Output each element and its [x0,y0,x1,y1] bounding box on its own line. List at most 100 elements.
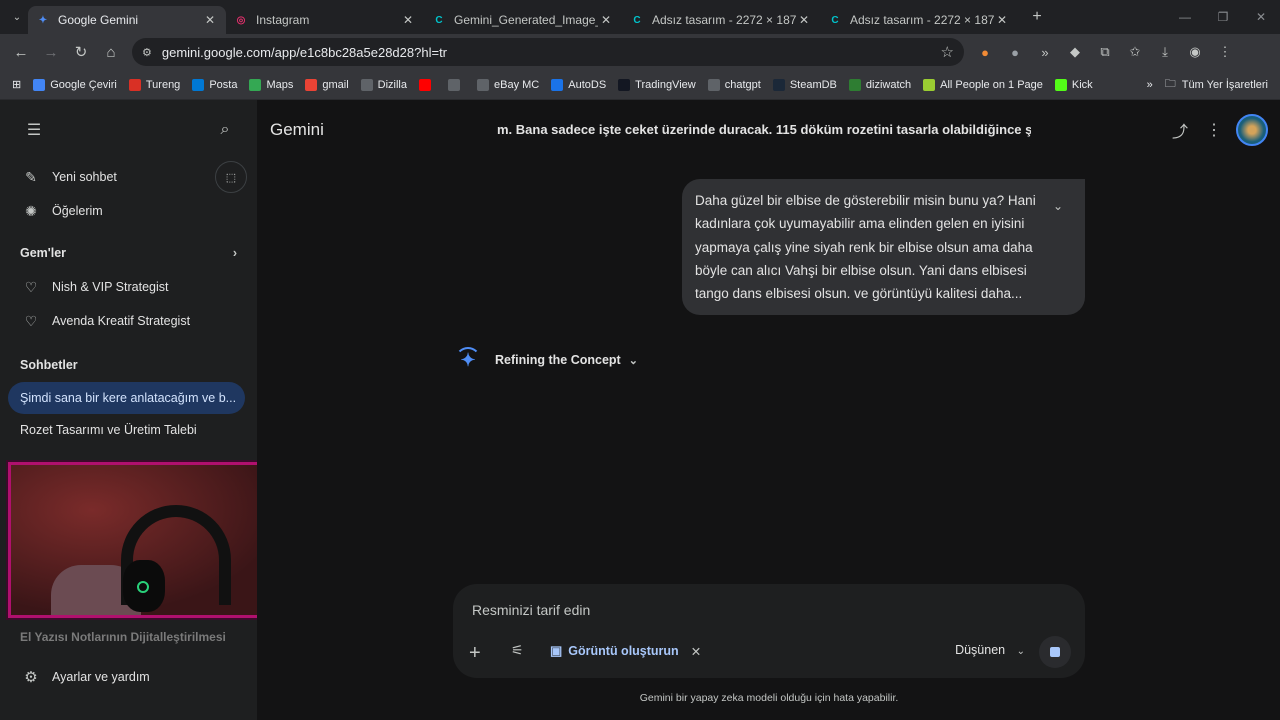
settings-gear-icon: ⚙ [24,669,38,686]
bookmark-star-icon[interactable]: ☆ [941,43,954,61]
browser-toolbar: ← → ↻ ⌂ ⚙ gemini.google.com/app/e1c8bc28… [0,34,1280,70]
more-options-icon[interactable]: ⋮ [1202,118,1226,142]
bookmark-item[interactable]: Dizilla [355,73,413,97]
bookmark-item[interactable]: Maps [243,73,299,97]
apps-grid-icon[interactable]: ⊞ [6,73,27,97]
extensions-puzzle-icon[interactable]: ⧉ [1090,37,1120,67]
bookmark-favicon-icon [618,78,631,91]
maximize-icon[interactable]: ❐ [1204,0,1242,34]
profile-icon[interactable]: ◉ [1180,37,1210,67]
url-text[interactable]: gemini.google.com/app/e1c8bc28a5e28d28?h… [162,45,941,60]
extension-icon[interactable]: ● [970,37,1000,67]
chevron-down-icon[interactable]: ⌄ [629,354,638,367]
tab-title: Instagram [256,13,310,27]
stop-button[interactable] [1039,636,1071,668]
canva-icon: C [633,14,641,26]
gem-icon: ♡ [24,278,38,295]
bookmark-favicon-icon [707,78,720,91]
bookmark-item[interactable]: TradingView [612,73,702,97]
thinking-status[interactable]: ✦ Refining the Concept ⌄ [455,347,638,371]
reload-icon[interactable]: ↻ [66,37,96,67]
avatar[interactable] [1236,114,1268,146]
bookmark-favicon-icon [192,78,205,91]
close-icon[interactable]: ✕ [691,644,701,659]
model-mode-selector[interactable]: Düşünen ⌄ [955,643,1025,657]
close-icon[interactable]: ✕ [598,13,614,27]
tab-search-chevron-icon[interactable]: ⌄ [6,6,28,28]
download-icon[interactable]: ⤓ [1150,37,1180,67]
bookmark-favicon-icon [419,78,431,91]
bookmark-item[interactable]: eBay MC [471,73,545,97]
close-window-icon[interactable]: ✕ [1242,0,1280,34]
browser-tab[interactable]: C Adsız tasarım - 2272 × 1874 px✕ [820,6,1018,34]
forward-icon[interactable]: → [36,37,66,67]
close-icon[interactable]: ✕ [400,13,416,27]
extension-icon[interactable]: ◆ [1060,37,1090,67]
image-generation-chip[interactable]: ▣ Görüntü oluşturun ✕ [550,643,701,659]
bookmark-favicon-icon [305,78,318,91]
settings-help-button[interactable]: ⚙ Ayarlar ve yardım [0,660,257,694]
app-title[interactable]: Gemini [270,120,324,140]
expand-chevron-icon[interactable]: ⌄ [1053,195,1063,218]
tools-icon[interactable]: ⚟ [511,642,524,659]
back-icon[interactable]: ← [6,37,36,67]
gems-heading: Gem'ler [20,246,67,260]
browser-tab[interactable]: ✦ Google Gemini ✕ [28,6,226,34]
chat-item-selected[interactable]: Şimdi sana bir kere anlatacağım ve b... [8,382,245,414]
bookmark-item[interactable]: AutoDS [545,73,612,97]
bookmark-item[interactable]: diziwatch [843,73,917,97]
bookmark-item[interactable]: Tureng [123,73,186,97]
gemini-app: ☰ ⌕ ✎ Yeni sohbet ⬚ ✺ Öğelerim Gem'ler ›… [0,100,1280,720]
bookmark-item[interactable]: SteamDB [767,73,843,97]
bookmark-label: TradingView [635,78,696,91]
close-icon[interactable]: ✕ [994,13,1010,27]
chevron-right-icon[interactable]: › [233,246,237,260]
temporary-chat-button[interactable]: ⬚ [215,161,247,193]
bookmark-item[interactable]: chatgpt [702,73,767,97]
gemini-spark-icon: ✦ [455,347,481,371]
search-icon[interactable]: ⌕ [213,118,237,142]
bookmark-item[interactable]: Kick [1049,73,1099,97]
browser-tab[interactable]: ◎ Instagram ✕ [226,6,424,34]
home-icon[interactable]: ⌂ [96,37,126,67]
new-chat-button[interactable]: ✎ Yeni sohbet [0,160,139,194]
bookmark-item[interactable]: gmail [299,73,354,97]
instagram-icon: ◎ [236,14,246,26]
extension-icon[interactable]: ● [1000,37,1030,67]
browser-tab[interactable]: C Adsız tasarım - 2272 × 1874 px✕ [622,6,820,34]
gem-item[interactable]: ♡ Nish & VIP Strategist [0,270,257,304]
bookmark-item[interactable]: Posta [186,73,243,97]
chat-item[interactable]: Rozet Tasarımı ve Üretim Talebi [8,414,245,446]
browser-tab[interactable]: C Gemini_Generated_Image_gkkj✕ [424,6,622,34]
prompt-input[interactable]: Resminizi tarif edin [472,602,590,618]
bookmark-item[interactable] [413,73,442,97]
extension-icon[interactable]: » [1030,37,1060,67]
new-tab-button[interactable]: + [1024,8,1050,26]
close-icon[interactable]: ✕ [796,13,812,27]
bookmark-label: SteamDB [789,78,837,91]
bookmark-item[interactable] [442,73,471,97]
menu-icon[interactable]: ☰ [22,118,46,142]
bookmarks-overflow-icon[interactable]: » [1141,73,1159,97]
gems-section-header[interactable]: Gem'ler › [0,236,257,270]
bookmark-label: Kick [1071,78,1093,91]
address-bar[interactable]: ⚙ gemini.google.com/app/e1c8bc28a5e28d28… [132,38,964,66]
minimize-icon[interactable]: — [1166,0,1204,34]
site-info-icon[interactable]: ⚙ [142,46,152,59]
prompt-composer[interactable]: Resminizi tarif edin + ⚟ ▣ Görüntü oluşt… [453,584,1085,678]
chat-item-faded[interactable]: El Yazısı Notlarının Dijitalleştirilmesi [20,630,226,644]
gemini-icon: ✦ [38,14,48,26]
share-icon[interactable]: ⤴ [1168,118,1192,142]
bookmark-item[interactable]: Google Çeviri [27,73,123,97]
all-bookmarks-folder[interactable]: 🗀 Tüm Yer İşaretleri [1159,73,1274,97]
bookmark-label: chatgpt [724,78,761,91]
my-stuff-button[interactable]: ✺ Öğelerim [0,194,257,228]
more-menu-icon[interactable]: ⋮ [1210,37,1240,67]
close-icon[interactable]: ✕ [202,13,218,27]
bookmark-favicon-icon [448,78,460,91]
gem-item[interactable]: ♡ Avenda Kreatif Strategist [0,304,257,338]
bookmark-label: Posta [209,78,238,91]
add-attachment-icon[interactable]: + [469,642,481,665]
bookmark-item[interactable]: All People on 1 Page [917,73,1049,97]
bookmarks-icon[interactable]: ✩ [1120,37,1150,67]
